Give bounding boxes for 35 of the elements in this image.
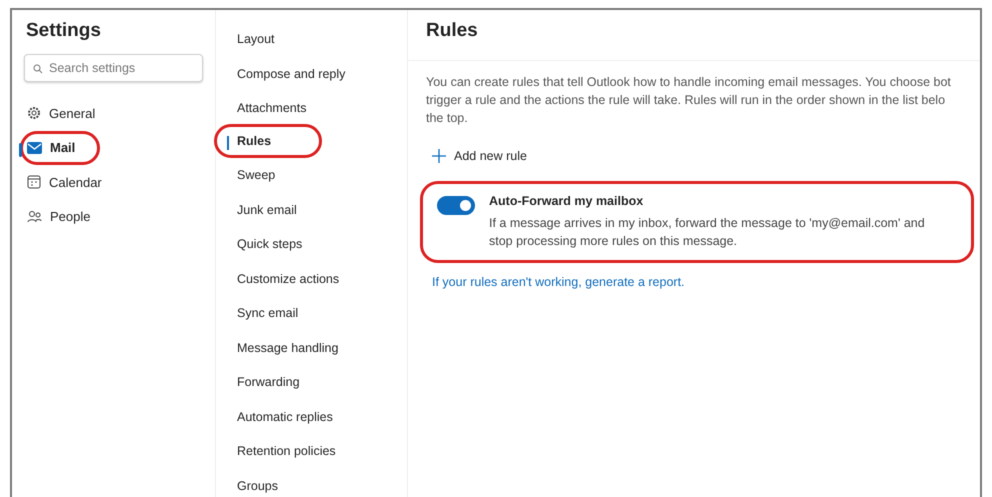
- subnav-item[interactable]: Compose and reply: [230, 56, 407, 91]
- calendar-icon: [27, 175, 41, 190]
- subnav-item[interactable]: Rules: [214, 124, 322, 158]
- rule-description: If a message arrives in my inbox, forward the message to 'my@email.com' and: [489, 215, 925, 232]
- subnav-item[interactable]: Junk email: [230, 192, 407, 227]
- nav-item[interactable]: General: [20, 96, 203, 130]
- plus-icon: [432, 149, 446, 163]
- rule-description: stop processing more rules on this message.: [489, 233, 738, 250]
- nav-item[interactable]: Mail: [20, 130, 100, 165]
- subnav-item[interactable]: Quick steps: [230, 227, 407, 262]
- subnav-item[interactable]: Customize actions: [230, 262, 407, 296]
- description-text: trigger a rule and the actions the rule will take. Rules will run in the order shown in the list belo: [426, 92, 946, 109]
- description-text: You can create rules that tell Outlook how to handle incoming email messages. You choose bot: [426, 74, 951, 91]
- rule-name: Auto-Forward my mailbox: [489, 194, 644, 208]
- subnav-item[interactable]: Sync email: [230, 296, 407, 330]
- nav-item[interactable]: People: [20, 200, 203, 234]
- report-link[interactable]: If your rules aren't working, generate a report.: [432, 275, 685, 289]
- subnav-item[interactable]: Automatic replies: [230, 400, 407, 434]
- subnav-item[interactable]: Groups: [230, 468, 407, 497]
- nav-item[interactable]: Calendar: [20, 165, 203, 200]
- subnav-item[interactable]: Retention policies: [230, 434, 407, 468]
- page-title: Rules: [408, 10, 980, 61]
- description-text: the top.: [426, 110, 468, 127]
- subnav-item[interactable]: Message handling: [230, 330, 407, 365]
- toggle-switch[interactable]: [437, 196, 475, 215]
- settings-title: Settings: [26, 20, 102, 42]
- add-rule-button[interactable]: Add new rule: [426, 141, 533, 171]
- subnav-item[interactable]: Forwarding: [230, 365, 407, 400]
- subnav-item[interactable]: Sweep: [230, 158, 407, 192]
- mail-icon: [27, 142, 42, 154]
- subnav-item[interactable]: Attachments: [230, 91, 407, 126]
- subnav-item[interactable]: Layout: [230, 22, 407, 56]
- gear-icon: [27, 106, 41, 120]
- search-field[interactable]: Search settings: [24, 54, 203, 82]
- people-icon: [27, 210, 42, 224]
